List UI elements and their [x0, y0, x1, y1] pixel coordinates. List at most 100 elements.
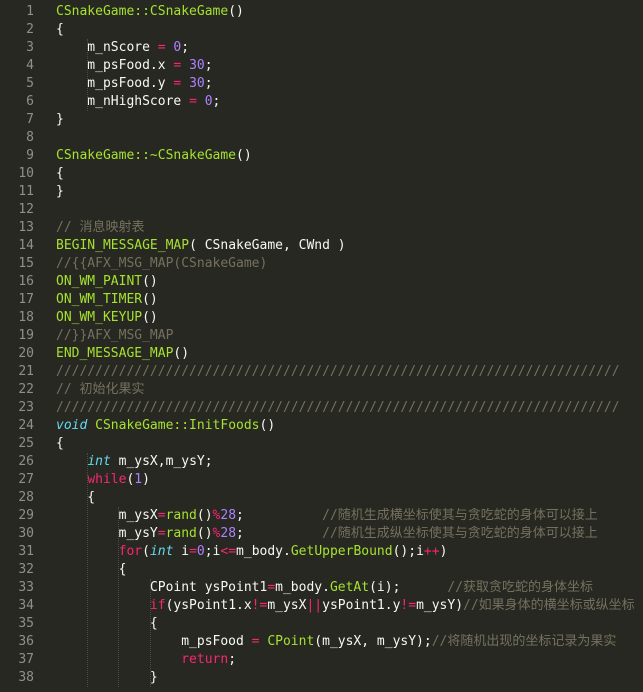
- code-line[interactable]: {: [56, 561, 127, 579]
- code-token: BEGIN_MESSAGE_MAP: [56, 238, 190, 253]
- code-token: m_ysX,m_ysY;: [110, 454, 213, 469]
- line-number: 32: [18, 562, 34, 577]
- code-token: int: [87, 454, 111, 469]
- code-line[interactable]: }: [56, 183, 64, 201]
- code-line[interactable]: for(int i=0;i<=m_body.GetUpperBound();i+…: [56, 543, 448, 561]
- code-area[interactable]: CSnakeGame::CSnakeGame(){ m_nScore = 0; …: [56, 0, 643, 692]
- code-line[interactable]: //}}AFX_MSG_MAP: [56, 327, 173, 345]
- code-token: {: [56, 166, 64, 181]
- code-token: }: [56, 184, 64, 199]
- line-number: 16: [18, 274, 34, 289]
- code-comment: //将随机出现的坐标记录为果实: [431, 634, 617, 649]
- code-comment: //}}AFX_MSG_MAP: [56, 328, 174, 343]
- code-token: m_body.: [275, 580, 330, 595]
- code-line[interactable]: if(ysPoint1.x!=m_ysX||ysPoint1.y!=m_ysY)…: [56, 597, 635, 615]
- code-line[interactable]: CSnakeGame::CSnakeGame(): [56, 3, 244, 21]
- code-token: m_nScore: [56, 40, 158, 55]
- code-line[interactable]: int m_ysX,m_ysY;: [56, 453, 213, 471]
- code-line[interactable]: void CSnakeGame::InitFoods(): [56, 417, 275, 435]
- code-comment: // 初始化果实: [56, 382, 145, 397]
- line-number: 19: [18, 328, 34, 343]
- code-line[interactable]: m_psFood.x = 30;: [56, 57, 212, 75]
- code-line[interactable]: m_nHighScore = 0;: [56, 93, 220, 111]
- code-line[interactable]: m_nScore = 0;: [56, 39, 189, 57]
- line-number: 24: [18, 418, 34, 433]
- code-token: (: [142, 544, 150, 559]
- code-token: {: [56, 22, 64, 37]
- line-number: 9: [26, 148, 34, 163]
- line-number: 13: [18, 220, 34, 235]
- code-line[interactable]: return;: [56, 651, 236, 669]
- code-token: (ysPoint1.x: [165, 598, 252, 613]
- code-line[interactable]: // 消息映射表: [56, 219, 144, 237]
- code-token: 0: [204, 94, 213, 109]
- line-number: 20: [18, 346, 34, 361]
- code-comment: //如果身体的横坐标或纵坐标: [463, 598, 635, 613]
- line-number: 26: [18, 454, 34, 469]
- code-line[interactable]: while(1): [56, 471, 150, 489]
- code-line[interactable]: {: [56, 21, 64, 39]
- code-line[interactable]: m_ysY=rand()%28; //随机生成纵坐标使其与贪吃蛇的身体可以接上: [56, 525, 598, 543]
- code-line[interactable]: CPoint ysPoint1=m_body.GetAt(i); //获取贪吃蛇…: [56, 579, 593, 597]
- code-token: m_psFood: [56, 634, 252, 649]
- code-token: =: [157, 40, 166, 55]
- code-line[interactable]: {: [56, 489, 95, 507]
- code-token: (): [173, 346, 190, 361]
- code-token: ;i: [204, 544, 221, 559]
- code-token: (): [142, 274, 158, 289]
- code-token: ;: [181, 40, 190, 55]
- line-number: 6: [26, 94, 34, 109]
- code-token: ;: [204, 76, 213, 91]
- code-line[interactable]: {: [56, 435, 64, 453]
- code-token: (): [259, 418, 276, 433]
- code-line[interactable]: //{{AFX_MSG_MAP(CSnakeGame): [56, 255, 267, 273]
- code-editor[interactable]: 1 2 3 4 5 6 7 8 9 10 11 12 13 14 15 16 17 18 19 20 21 22 23 24 2…: [0, 0, 643, 692]
- code-token: !=: [400, 598, 417, 613]
- line-number: 14: [18, 238, 34, 253]
- code-token: m_ysY): [416, 598, 464, 613]
- code-token: CSnakeGame::InitFoods: [95, 418, 260, 433]
- code-line[interactable]: {: [56, 165, 64, 183]
- code-line[interactable]: }: [56, 111, 64, 129]
- code-line[interactable]: ON_WM_PAINT(): [56, 273, 158, 291]
- code-token: =: [267, 580, 276, 595]
- line-number: 10: [18, 166, 34, 181]
- code-line[interactable]: ////////////////////////////////////////…: [56, 363, 620, 381]
- line-number: 27: [18, 472, 34, 487]
- code-line[interactable]: m_psFood.y = 30;: [56, 75, 213, 93]
- line-number: 30: [18, 526, 34, 541]
- code-line[interactable]: }: [56, 669, 158, 687]
- line-number: 33: [18, 580, 34, 595]
- code-line[interactable]: ON_WM_TIMER(): [56, 291, 158, 309]
- code-line[interactable]: {: [56, 615, 158, 633]
- line-number: 4: [26, 58, 34, 73]
- code-token: ;: [236, 526, 323, 541]
- code-line[interactable]: ////////////////////////////////////////…: [56, 399, 620, 417]
- code-line[interactable]: ON_WM_KEYUP(): [56, 309, 158, 327]
- code-comment: //随机生成纵坐标使其与贪吃蛇的身体可以接上: [322, 526, 598, 541]
- code-token: 30: [189, 58, 205, 73]
- code-token: {: [56, 490, 96, 505]
- line-number: 2: [26, 22, 34, 37]
- code-line[interactable]: m_ysX=rand()%28; //随机生成横坐标使其与贪吃蛇的身体可以接上: [56, 507, 598, 525]
- code-line[interactable]: BEGIN_MESSAGE_MAP( CSnakeGame, CWnd ): [56, 237, 346, 255]
- line-number: 12: [18, 202, 34, 217]
- line-number: 21: [18, 364, 34, 379]
- code-token: =: [157, 508, 166, 523]
- code-token: m_ysX: [267, 598, 307, 613]
- code-line[interactable]: m_psFood = CPoint(m_ysX, m_ysY);//将随机出现的…: [56, 633, 616, 651]
- code-line[interactable]: CSnakeGame::~CSnakeGame(): [56, 147, 252, 165]
- code-token: CPoint: [267, 634, 315, 649]
- code-token: if: [149, 598, 166, 613]
- code-token: GetUpperBound: [290, 544, 393, 559]
- code-line[interactable]: // 初始化果实: [56, 381, 144, 399]
- code-comment: //随机生成横坐标使其与贪吃蛇的身体可以接上: [322, 508, 598, 523]
- code-token: (i);: [369, 580, 448, 595]
- line-number: 8: [26, 130, 34, 145]
- code-token: GetAt: [329, 580, 370, 595]
- code-line[interactable]: END_MESSAGE_MAP(): [56, 345, 189, 363]
- code-token: {: [56, 436, 64, 451]
- code-comment: ////////////////////////////////////////…: [56, 400, 620, 415]
